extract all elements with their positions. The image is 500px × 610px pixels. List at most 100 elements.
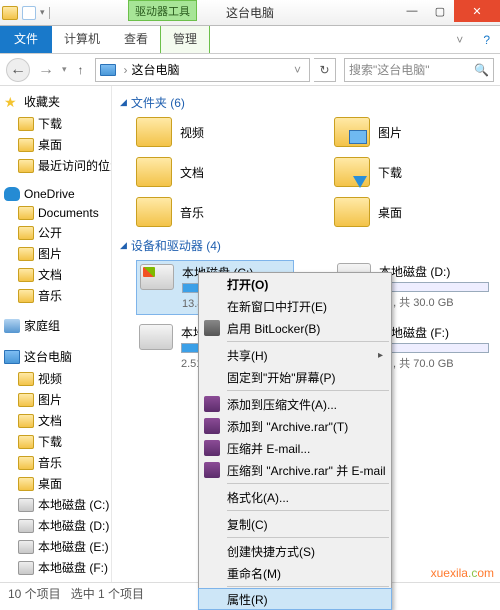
sidebar-item[interactable]: 桌面 <box>0 473 111 494</box>
nav-up-button[interactable]: ↑ <box>71 63 91 77</box>
menu-add-archive[interactable]: 添加到 "Archive.rar"(T) <box>199 415 391 437</box>
folder-icon <box>18 206 34 220</box>
folder-icon <box>136 197 172 227</box>
sidebar-item[interactable]: 视频 <box>0 368 111 389</box>
folder-music[interactable]: 音乐 <box>136 197 286 227</box>
sidebar-item[interactable]: Documents <box>0 204 111 222</box>
sidebar-item-downloads[interactable]: 下载 <box>0 113 111 134</box>
breadcrumb-arrow-icon[interactable]: › <box>120 63 132 77</box>
sidebar-thispc[interactable]: 这台电脑 <box>0 345 111 368</box>
folder-icon <box>18 414 34 428</box>
close-button[interactable]: ✕ <box>454 0 500 22</box>
folder-icon <box>18 226 34 240</box>
drive-icon <box>18 498 34 512</box>
qat-separator <box>49 7 55 19</box>
star-icon: ★ <box>4 94 20 110</box>
drive-icon <box>18 540 34 554</box>
sidebar-item-recent[interactable]: 最近访问的位置 <box>0 155 111 176</box>
section-drives[interactable]: ◢设备和驱动器 (4) <box>120 237 492 254</box>
drive-icon <box>18 561 34 575</box>
sidebar-item[interactable]: 公开 <box>0 222 111 243</box>
help-icon[interactable]: ? <box>473 27 500 53</box>
folder-documents[interactable]: 文档 <box>136 157 286 187</box>
sidebar-favorites[interactable]: ★收藏夹 <box>0 90 111 113</box>
menu-separator <box>227 483 389 484</box>
maximize-button[interactable]: ▢ <box>426 0 454 22</box>
folder-icon <box>18 289 34 303</box>
folder-pictures[interactable]: 图片 <box>334 117 484 147</box>
menu-open-new-window[interactable]: 在新窗口中打开(E) <box>199 295 391 317</box>
refresh-button[interactable]: ↻ <box>314 58 336 82</box>
folder-icon <box>18 138 34 152</box>
sidebar-item[interactable]: 图片 <box>0 389 111 410</box>
menu-separator <box>227 537 389 538</box>
menu-format[interactable]: 格式化(A)... <box>199 486 391 508</box>
tab-computer[interactable]: 计算机 <box>52 24 112 53</box>
qat-explorer-icon[interactable] <box>2 6 18 20</box>
submenu-arrow-icon: ▸ <box>378 350 383 361</box>
qat-properties-icon[interactable] <box>22 6 36 20</box>
status-selected-count: 选中 1 个项目 <box>71 585 144 602</box>
menu-copy[interactable]: 复制(C) <box>199 513 391 535</box>
pc-icon <box>100 64 116 76</box>
sidebar-item-drive-c[interactable]: 本地磁盘 (C:) <box>0 494 111 515</box>
tab-view[interactable]: 查看 <box>112 24 160 53</box>
sidebar-item-drive-d[interactable]: 本地磁盘 (D:) <box>0 515 111 536</box>
address-dropdown-icon[interactable]: ˅ <box>290 63 305 77</box>
sidebar-item[interactable]: 文档 <box>0 410 111 431</box>
sidebar-item[interactable]: 图片 <box>0 243 111 264</box>
sidebar-item[interactable]: 音乐 <box>0 285 111 306</box>
ribbon-expand-icon[interactable]: ˅ <box>446 27 473 53</box>
folder-icon <box>136 157 172 187</box>
menu-create-shortcut[interactable]: 创建快捷方式(S) <box>199 540 391 562</box>
onedrive-icon <box>4 187 20 201</box>
tab-manage[interactable]: 管理 <box>160 24 210 53</box>
menu-pin-start[interactable]: 固定到"开始"屏幕(P) <box>199 366 391 388</box>
sidebar-item[interactable]: 音乐 <box>0 452 111 473</box>
folder-icon <box>18 372 34 386</box>
search-placeholder: 搜索"这台电脑" <box>349 61 430 78</box>
rar-icon <box>204 396 220 412</box>
sidebar-item-drive-f[interactable]: 本地磁盘 (F:) <box>0 557 111 578</box>
qat-dropdown-icon[interactable]: ▾ <box>40 7 45 18</box>
context-tab-drives: 驱动器工具 <box>128 0 197 21</box>
breadcrumb-location[interactable]: 这台电脑 <box>132 61 180 78</box>
menu-add-compress[interactable]: 添加到压缩文件(A)... <box>199 393 391 415</box>
menu-share[interactable]: 共享(H)▸ <box>199 344 391 366</box>
folder-icon <box>18 435 34 449</box>
menu-separator <box>227 390 389 391</box>
collapse-icon[interactable]: ◢ <box>120 97 127 108</box>
sidebar-homegroup[interactable]: 家庭组 <box>0 314 111 337</box>
tab-file[interactable]: 文件 <box>0 24 52 53</box>
menu-bitlocker[interactable]: 启用 BitLocker(B) <box>199 317 391 339</box>
search-input[interactable]: 搜索"这台电脑" 🔍 <box>344 58 494 82</box>
menu-compress-archive-email[interactable]: 压缩到 "Archive.rar" 并 E-mail <box>199 459 391 481</box>
menu-open[interactable]: 打开(O) <box>199 273 391 295</box>
sidebar-item-drive-e[interactable]: 本地磁盘 (E:) <box>0 536 111 557</box>
folder-icon <box>18 477 34 491</box>
menu-separator <box>227 510 389 511</box>
context-menu: 打开(O) 在新窗口中打开(E) 启用 BitLocker(B) 共享(H)▸ … <box>198 272 392 610</box>
address-bar[interactable]: › 这台电脑 ˅ <box>95 58 310 82</box>
capacity-bar <box>379 343 489 353</box>
rar-icon <box>204 462 220 478</box>
menu-compress-email[interactable]: 压缩并 E-mail... <box>199 437 391 459</box>
sidebar-item[interactable]: 文档 <box>0 264 111 285</box>
folder-icon <box>18 159 34 173</box>
menu-properties[interactable]: 属性(R) <box>198 588 392 610</box>
folder-downloads[interactable]: 下载 <box>334 157 484 187</box>
sidebar-item-desktop[interactable]: 桌面 <box>0 134 111 155</box>
minimize-button[interactable]: — <box>398 0 426 22</box>
folder-videos[interactable]: 视频 <box>136 117 286 147</box>
nav-history-icon[interactable]: ▾ <box>62 64 67 75</box>
window-title: 这台电脑 <box>226 4 274 21</box>
nav-back-button[interactable]: ← <box>6 58 30 82</box>
folder-desktop[interactable]: 桌面 <box>334 197 484 227</box>
menu-rename[interactable]: 重命名(M) <box>199 562 391 584</box>
sidebar-onedrive[interactable]: OneDrive <box>0 184 111 204</box>
folder-icon <box>18 456 34 470</box>
rar-icon <box>204 418 220 434</box>
section-folders[interactable]: ◢文件夹 (6) <box>120 94 492 111</box>
sidebar-item[interactable]: 下载 <box>0 431 111 452</box>
collapse-icon[interactable]: ◢ <box>120 240 127 251</box>
